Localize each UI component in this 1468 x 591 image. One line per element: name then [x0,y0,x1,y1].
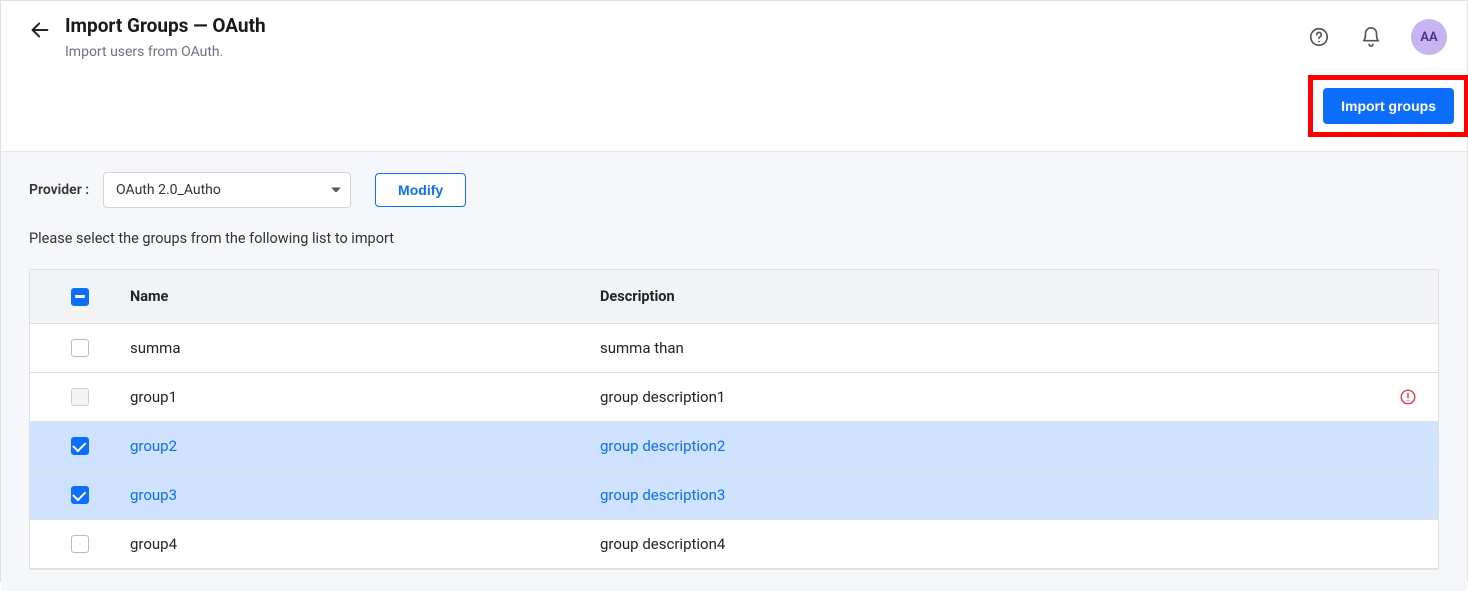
top-bar: Import Groups — OAuth Import users from … [1,1,1467,69]
provider-selected-value: OAuth 2.0_Autho [116,182,221,198]
row-name: group4 [130,535,600,553]
provider-row: Provider : OAuth 2.0_Autho Modify [29,172,1439,208]
row-checkbox[interactable] [71,486,89,504]
import-highlight-box: Import groups [1308,75,1468,137]
help-icon[interactable] [1307,25,1331,49]
row-name: group1 [130,388,600,406]
provider-select[interactable]: OAuth 2.0_Autho [103,172,351,208]
content-area: Provider : OAuth 2.0_Autho Modify Please… [1,151,1467,591]
row-checkbox-cell [30,486,130,504]
table-header: Name Description [30,270,1438,324]
row-checkbox-cell [30,388,130,406]
row-name: summa [130,339,600,357]
top-bar-right: AA [1307,15,1447,55]
instruction-text: Please select the groups from the follow… [29,230,1439,247]
row-description: summa than [600,339,1378,357]
title-block: Import Groups — OAuth Import users from … [65,15,266,60]
table-row[interactable]: group1group description1 [30,373,1438,422]
row-warning-cell [1378,388,1438,406]
table-body: summasumma thangroup1group description1g… [30,324,1438,569]
groups-table: Name Description summasumma thangroup1gr… [29,269,1439,570]
row-checkbox[interactable] [71,437,89,455]
modify-button[interactable]: Modify [375,173,466,207]
table-row[interactable]: group3group description3 [30,471,1438,520]
row-checkbox-cell [30,437,130,455]
back-arrow-icon[interactable] [29,19,51,41]
row-description: group description2 [600,437,1378,455]
select-all-checkbox[interactable] [71,288,89,306]
provider-label: Provider : [29,182,89,198]
table-row[interactable]: group4group description4 [30,520,1438,569]
user-avatar[interactable]: AA [1411,19,1447,55]
table-row[interactable]: group2group description2 [30,422,1438,471]
row-checkbox-cell [30,535,130,553]
header-checkbox-cell [30,288,130,306]
row-checkbox [71,388,89,406]
warning-icon [1399,388,1417,406]
bell-icon[interactable] [1359,25,1383,49]
page-subtitle: Import users from OAuth. [65,44,266,60]
import-groups-button[interactable]: Import groups [1323,88,1454,124]
row-name: group3 [130,486,600,504]
row-description: group description4 [600,535,1378,553]
provider-select-wrap: OAuth 2.0_Autho [103,172,351,208]
row-checkbox-cell [30,339,130,357]
action-bar: Import groups [1,69,1467,151]
page-title: Import Groups — OAuth [65,15,266,38]
row-description: group description3 [600,486,1378,504]
table-row[interactable]: summasumma than [30,324,1438,373]
row-name: group2 [130,437,600,455]
row-checkbox[interactable] [71,535,89,553]
column-header-name: Name [130,288,600,305]
row-checkbox[interactable] [71,339,89,357]
row-description: group description1 [600,388,1378,406]
top-bar-left: Import Groups — OAuth Import users from … [29,15,1307,60]
column-header-description: Description [600,288,1378,305]
